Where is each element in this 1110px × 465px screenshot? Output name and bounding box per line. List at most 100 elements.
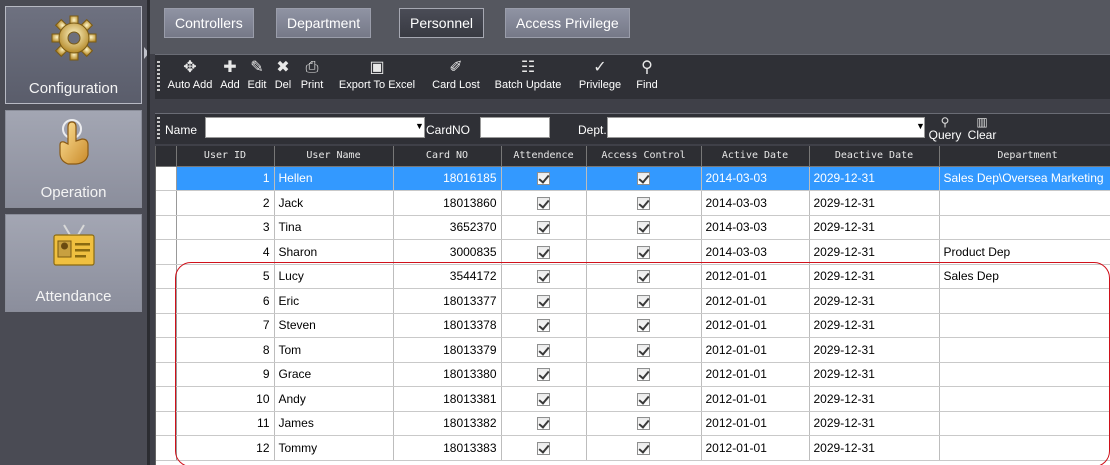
cell-card-no[interactable]: 18013377	[393, 288, 502, 314]
cell-department[interactable]: Sales Dep	[939, 264, 1110, 289]
cell-access-control[interactable]	[586, 239, 702, 265]
checkbox[interactable]	[637, 319, 650, 333]
row-selector[interactable]	[156, 386, 177, 412]
cell-card-no[interactable]: 3652370	[393, 215, 502, 240]
column-header-user-name[interactable]: User Name	[274, 146, 394, 167]
cell-user-id[interactable]: 12	[176, 435, 275, 461]
column-header-department[interactable]: Department	[939, 146, 1110, 167]
checkbox[interactable]	[637, 392, 650, 406]
cell-attendence[interactable]	[501, 411, 587, 436]
checkbox[interactable]	[537, 196, 550, 210]
checkbox[interactable]	[537, 392, 550, 406]
cell-user-name[interactable]: Eric	[274, 288, 394, 314]
cell-user-id[interactable]: 7	[176, 313, 275, 338]
row-selector[interactable]	[156, 239, 177, 265]
row-selector[interactable]	[156, 411, 177, 436]
cell-attendence[interactable]	[501, 362, 587, 387]
row-selector[interactable]	[156, 362, 177, 387]
cell-attendence[interactable]	[501, 337, 587, 363]
batch-update-button[interactable]: ☷ Batch Update	[488, 57, 568, 97]
delete-button[interactable]: ✖ Del	[272, 57, 294, 97]
cell-attendence[interactable]	[501, 313, 587, 338]
cell-department[interactable]	[939, 337, 1110, 363]
cell-card-no[interactable]: 18013381	[393, 386, 502, 412]
table-row[interactable]: 2 Jack 18013860 2014-03-03 2029-12-31	[156, 190, 1110, 216]
cell-user-id[interactable]: 9	[176, 362, 275, 387]
cell-active-date[interactable]: 2014-03-03	[701, 239, 810, 265]
row-selector[interactable]	[156, 435, 177, 461]
cell-deactive-date[interactable]: 2029-12-31	[809, 411, 940, 436]
cell-user-id[interactable]: 6	[176, 288, 275, 314]
cell-card-no[interactable]: 18013378	[393, 313, 502, 338]
tab-controllers[interactable]: Controllers	[164, 8, 254, 38]
row-selector[interactable]	[156, 313, 177, 338]
cell-attendence[interactable]	[501, 190, 587, 216]
checkbox[interactable]	[537, 245, 550, 259]
cell-access-control[interactable]	[586, 386, 702, 412]
cell-active-date[interactable]: 2012-01-01	[701, 264, 810, 289]
cell-active-date[interactable]: 2012-01-01	[701, 435, 810, 461]
sidebar-item-attendance[interactable]: Attendance	[5, 214, 142, 312]
cell-department[interactable]	[939, 288, 1110, 314]
chevron-down-icon[interactable]: ▼	[916, 121, 925, 131]
cell-access-control[interactable]	[586, 215, 702, 240]
cell-active-date[interactable]: 2012-01-01	[701, 386, 810, 412]
checkbox[interactable]	[537, 319, 550, 333]
cell-access-control[interactable]	[586, 288, 702, 314]
checkbox[interactable]	[637, 221, 650, 235]
cell-user-name[interactable]: Lucy	[274, 264, 394, 289]
checkbox[interactable]	[637, 172, 650, 186]
cell-user-id[interactable]: 10	[176, 386, 275, 412]
cell-user-name[interactable]: Hellen	[274, 166, 394, 191]
cell-user-id[interactable]: 5	[176, 264, 275, 289]
cell-attendence[interactable]	[501, 239, 587, 265]
checkbox[interactable]	[637, 441, 650, 455]
table-row[interactable]: 5 Lucy 3544172 2012-01-01 2029-12-31 Sales De…	[156, 264, 1110, 289]
column-header-access-control[interactable]: Access Control	[586, 146, 702, 167]
cell-department[interactable]	[939, 215, 1110, 240]
table-row[interactable]: 12 Tommy 18013383 2012-01-01 2029-12-31	[156, 435, 1110, 461]
cell-attendence[interactable]	[501, 288, 587, 314]
cell-card-no[interactable]: 18013380	[393, 362, 502, 387]
cell-access-control[interactable]	[586, 313, 702, 338]
row-selector[interactable]	[156, 190, 177, 216]
cell-user-id[interactable]: 4	[176, 239, 275, 265]
cell-card-no[interactable]: 18013382	[393, 411, 502, 436]
query-button[interactable]: ⚲ Query	[927, 114, 963, 142]
cell-user-id[interactable]: 8	[176, 337, 275, 363]
cell-card-no[interactable]: 18013379	[393, 337, 502, 363]
export-to-excel-button[interactable]: ▣ Export To Excel	[331, 57, 423, 97]
cell-attendence[interactable]	[501, 386, 587, 412]
cell-department[interactable]: Sales Dep\Oversea Marketing	[939, 166, 1110, 191]
cell-card-no[interactable]: 3544172	[393, 264, 502, 289]
checkbox[interactable]	[637, 417, 650, 431]
cell-user-name[interactable]: Tom	[274, 337, 394, 363]
cell-user-name[interactable]: Grace	[274, 362, 394, 387]
cell-access-control[interactable]	[586, 166, 702, 191]
sidebar-item-operation[interactable]: Operation	[5, 110, 142, 208]
cell-user-id[interactable]: 3	[176, 215, 275, 240]
row-selector[interactable]	[156, 337, 177, 363]
tab-personnel[interactable]: Personnel	[399, 8, 485, 38]
cell-department[interactable]	[939, 190, 1110, 216]
auto-add-button[interactable]: ✥ Auto Add	[167, 57, 213, 97]
tab-department[interactable]: Department	[276, 8, 372, 38]
cell-department[interactable]	[939, 386, 1110, 412]
cell-user-name[interactable]: Jack	[274, 190, 394, 216]
checkbox[interactable]	[637, 294, 650, 308]
table-row[interactable]: 7 Steven 18013378 2012-01-01 2029-12-31	[156, 313, 1110, 338]
card-lost-button[interactable]: ✐ Card Lost	[428, 57, 484, 97]
row-selector[interactable]	[156, 264, 177, 289]
cell-user-id[interactable]: 11	[176, 411, 275, 436]
cell-deactive-date[interactable]: 2029-12-31	[809, 288, 940, 314]
cell-active-date[interactable]: 2012-01-01	[701, 288, 810, 314]
cell-deactive-date[interactable]: 2029-12-31	[809, 190, 940, 216]
table-row[interactable]: 3 Tina 3652370 2014-03-03 2029-12-31	[156, 215, 1110, 240]
cell-access-control[interactable]	[586, 337, 702, 363]
cell-card-no[interactable]: 18013860	[393, 190, 502, 216]
cell-deactive-date[interactable]: 2029-12-31	[809, 215, 940, 240]
table-row[interactable]: 6 Eric 18013377 2012-01-01 2029-12-31	[156, 288, 1110, 314]
cell-department[interactable]: Product Dep	[939, 239, 1110, 265]
cell-department[interactable]	[939, 313, 1110, 338]
chevron-down-icon[interactable]: ▼	[415, 121, 424, 131]
